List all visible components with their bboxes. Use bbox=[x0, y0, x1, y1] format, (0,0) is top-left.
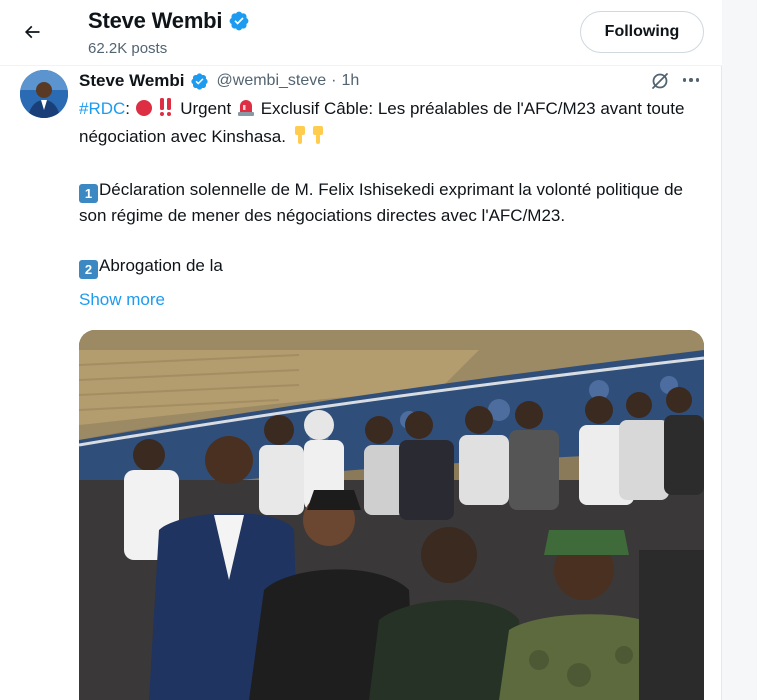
meta-separator: · bbox=[331, 72, 337, 89]
tweet-photo[interactable] bbox=[79, 330, 704, 700]
siren-icon bbox=[236, 97, 256, 124]
right-panel-edge bbox=[722, 0, 757, 700]
text-fragment: Déclaration solennelle de M. Felix Ishis… bbox=[79, 180, 683, 225]
profile-header: Steve Wembi 62.2K posts Following bbox=[0, 0, 722, 66]
tweet-header: Steve Wembi @wembi_steve · 1h bbox=[79, 70, 359, 92]
text-fragment: : bbox=[125, 99, 135, 118]
text-fragment: Urgent bbox=[175, 99, 236, 118]
arrow-left-icon bbox=[24, 25, 40, 39]
keycap-one-icon: 1 bbox=[79, 184, 98, 203]
following-button[interactable]: Following bbox=[580, 11, 704, 53]
profile-title-row: Steve Wembi bbox=[88, 8, 250, 34]
author-handle[interactable]: @wembi_steve bbox=[217, 72, 327, 90]
tweet-body: #RDC: Urgent Exclusif Câble: Les préalab… bbox=[79, 96, 699, 279]
double-exclamation-icon bbox=[157, 97, 175, 124]
show-more-link[interactable]: Show more bbox=[79, 290, 165, 310]
red-circle-icon bbox=[135, 99, 153, 124]
tweet-item-2: 2 Abrogation de la bbox=[79, 253, 699, 279]
tweet-item-1: 1 Déclaration solennelle de M. Felix Ishi… bbox=[79, 177, 699, 228]
author-name[interactable]: Steve Wembi bbox=[79, 71, 185, 91]
grok-icon[interactable] bbox=[650, 71, 670, 91]
profile-name: Steve Wembi bbox=[88, 8, 223, 33]
post-time[interactable]: 1h bbox=[341, 72, 359, 90]
tweet-line-1: #RDC: Urgent Exclusif Câble: Les préalab… bbox=[79, 96, 699, 152]
point-down-icon bbox=[309, 125, 327, 152]
verified-badge-icon bbox=[190, 72, 209, 91]
back-button[interactable] bbox=[14, 14, 50, 50]
hashtag-link[interactable]: #RDC bbox=[79, 99, 125, 118]
text-fragment: Abrogation de la bbox=[99, 256, 223, 275]
post-count: 62.2K posts bbox=[88, 40, 168, 57]
keycap-two-icon: 2 bbox=[79, 260, 98, 279]
avatar[interactable] bbox=[20, 70, 68, 118]
verified-badge-icon bbox=[228, 10, 250, 32]
point-down-icon bbox=[291, 125, 309, 152]
more-dots-icon[interactable] bbox=[680, 70, 702, 90]
